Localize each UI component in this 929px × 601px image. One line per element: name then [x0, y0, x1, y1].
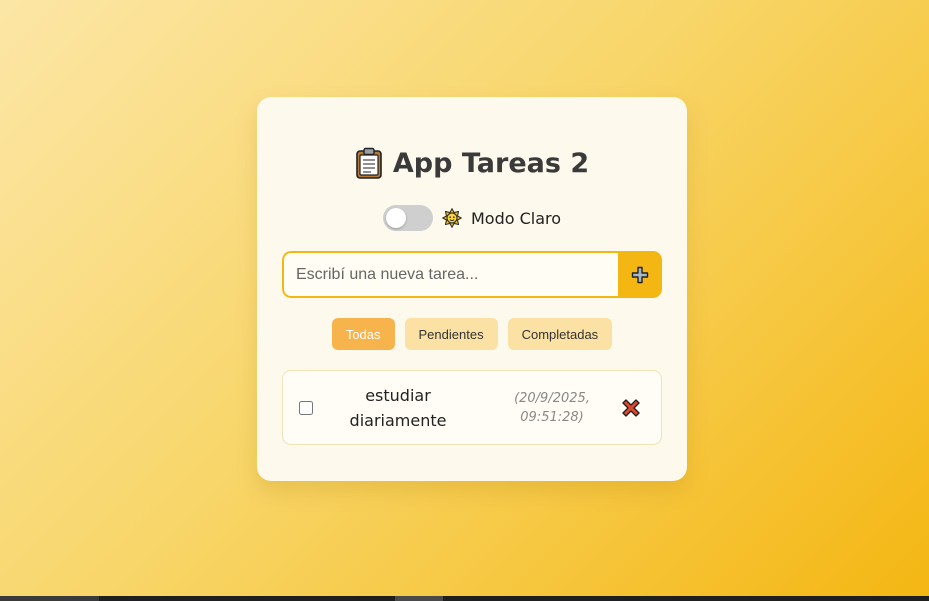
task-checkbox[interactable] — [299, 401, 313, 415]
clipboard-icon — [356, 147, 382, 179]
add-task-button[interactable] — [618, 251, 662, 298]
filter-pending-button[interactable]: Pendientes — [404, 318, 498, 350]
new-task-form — [282, 251, 662, 298]
cross-icon[interactable] — [619, 396, 643, 420]
task-date: (20/9/2025, 09:51:28) — [514, 391, 590, 425]
task-list: estudiar diariamente (20/9/2025, 09:51:2… — [282, 370, 662, 445]
theme-mode-label: Modo Claro — [470, 208, 562, 228]
sun-icon — [441, 208, 462, 228]
app-header: App Tareas 2 — [257, 141, 687, 185]
taskbar-segment[interactable] — [395, 596, 443, 601]
filter-completed-button[interactable]: Completadas — [507, 318, 613, 350]
filter-all-button[interactable]: Todas — [331, 318, 395, 350]
task-text: estudiar diariamente — [349, 386, 447, 430]
new-task-input[interactable] — [282, 251, 618, 298]
app-card: App Tareas 2 Modo Claro Todas Pendientes… — [257, 97, 687, 481]
task-item: estudiar diariamente (20/9/2025, 09:51:2… — [282, 370, 662, 445]
filter-bar: Todas Pendientes Completadas — [257, 318, 687, 350]
plus-icon — [631, 266, 649, 283]
theme-toggle-row: Modo Claro — [257, 204, 687, 232]
theme-toggle[interactable] — [382, 205, 433, 231]
toggle-knob — [385, 208, 406, 228]
taskbar-segment[interactable] — [0, 596, 99, 601]
page-title: App Tareas 2 — [392, 147, 590, 179]
os-taskbar — [0, 596, 929, 601]
